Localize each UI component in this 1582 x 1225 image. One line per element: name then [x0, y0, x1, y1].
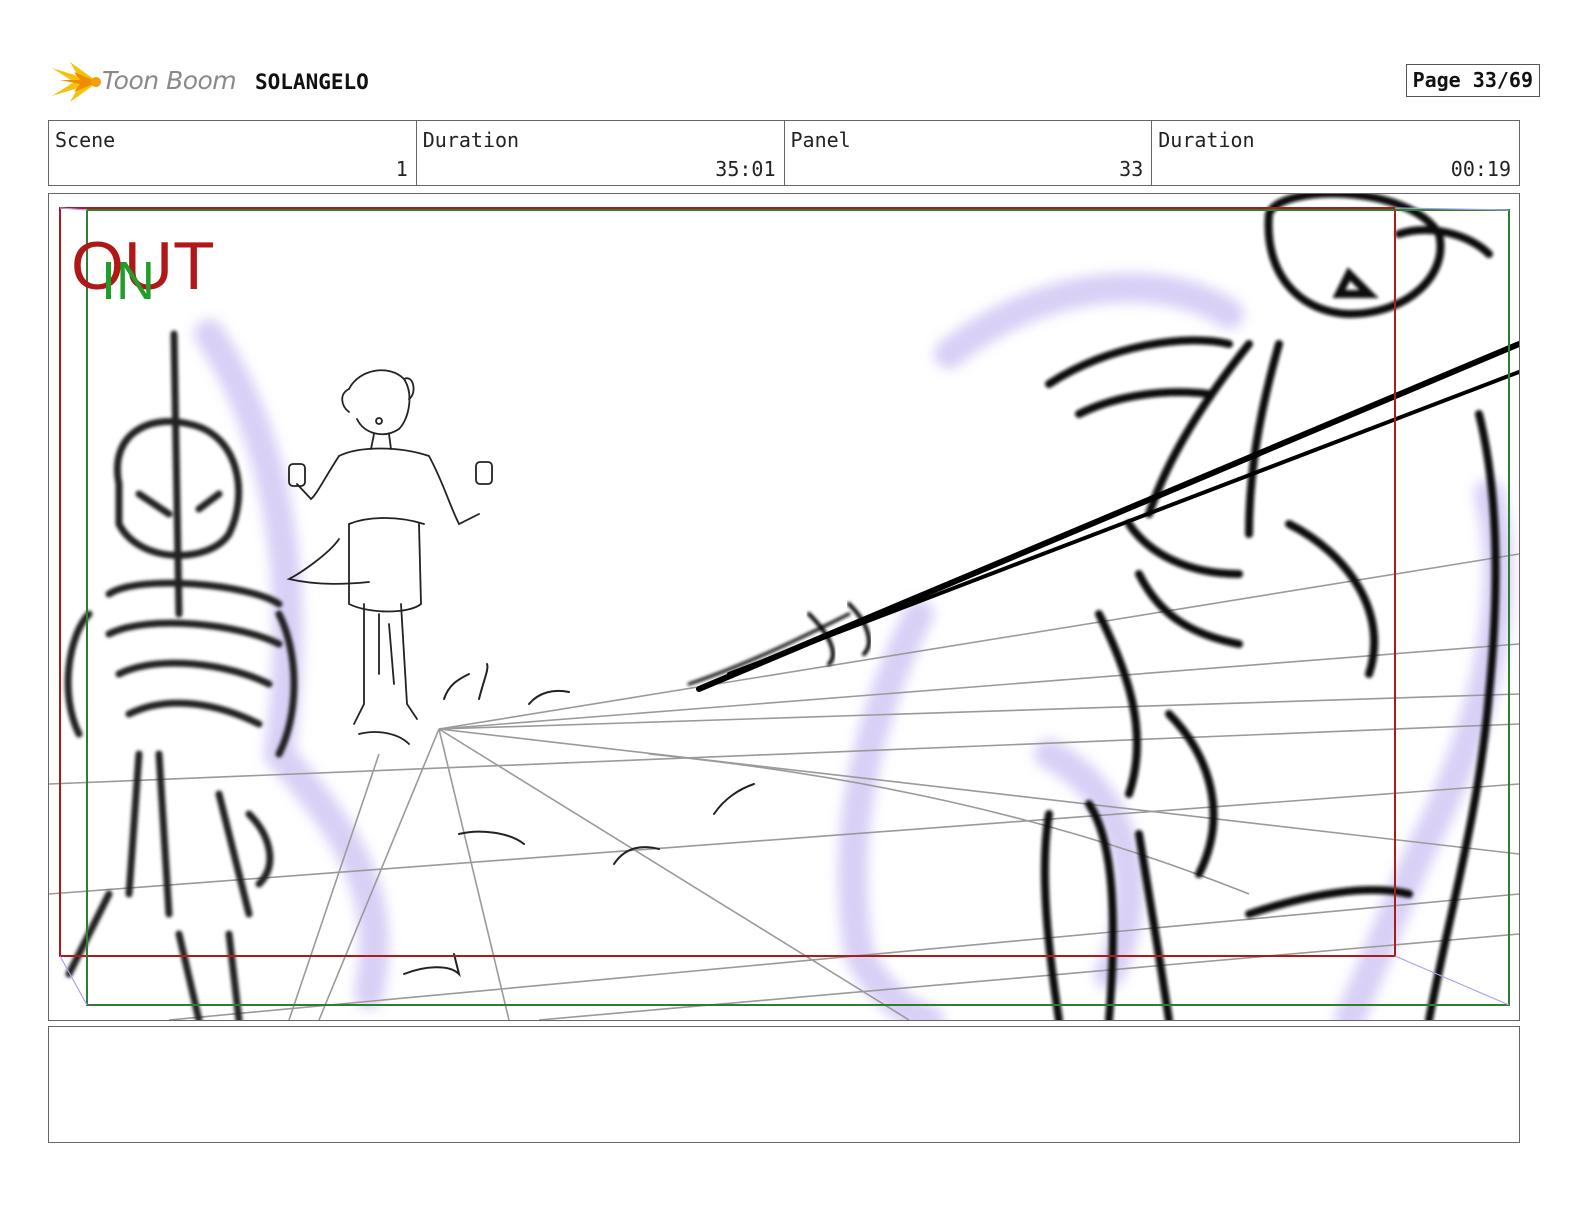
panel-notes-box[interactable]	[48, 1026, 1520, 1143]
page-indicator: Page 33/69	[1405, 64, 1540, 97]
logo-text: Toon Boom	[102, 66, 237, 95]
right-skeleton	[1040, 194, 1500, 1020]
girl-figure	[286, 369, 493, 745]
scene-duration-label: Duration	[422, 128, 520, 152]
page-label: Page	[1412, 68, 1461, 92]
scene-value: 1	[395, 157, 408, 181]
grass-tufts	[403, 663, 755, 978]
storyboard-header: Toon Boom SOLANGELO Page 33/69	[50, 56, 1540, 108]
panel-label: Panel	[790, 128, 851, 152]
panel-duration-cell: Duration 00:19	[1152, 121, 1519, 185]
panel-duration-label: Duration	[1158, 128, 1255, 152]
starburst-icon	[52, 62, 101, 102]
perspective-lines	[49, 553, 1519, 1020]
in-marker: IN	[101, 251, 155, 311]
glow-aura	[194, 272, 1514, 1020]
scene-cell: Scene 1	[49, 121, 417, 185]
project-title: SOLANGELO	[255, 70, 369, 94]
scene-label: Scene	[55, 128, 116, 152]
scene-duration-value: 35:01	[715, 157, 776, 181]
panel-sketch: OUT IN	[49, 194, 1519, 1020]
storyboard-panel: OUT IN	[48, 193, 1520, 1021]
page-number: 33/69	[1472, 68, 1533, 92]
toon-boom-logo: Toon Boom	[50, 56, 250, 108]
panel-cell: Panel 33	[785, 121, 1153, 185]
panel-value: 33	[1119, 157, 1144, 181]
panel-duration-value: 00:19	[1450, 157, 1511, 181]
panel-info-table: Scene 1 Duration 35:01 Panel 33 Duration…	[48, 120, 1520, 186]
scene-duration-cell: Duration 35:01	[417, 121, 785, 185]
